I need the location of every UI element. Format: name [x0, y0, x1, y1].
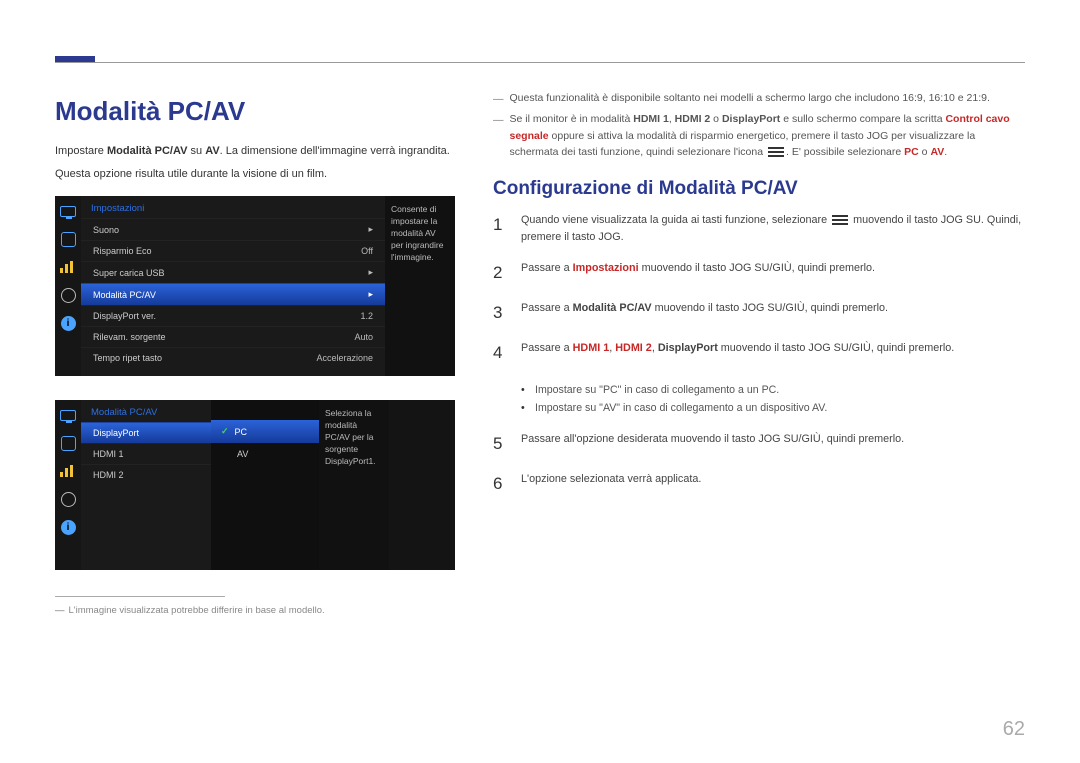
step-5: Passare all'opzione desiderata muovendo … — [493, 431, 1025, 457]
osd-sub-row-selected: ✓PC — [211, 420, 319, 443]
target-icon — [59, 434, 77, 452]
osd-row: HDMI 1 — [81, 443, 211, 464]
monitor-icon — [59, 406, 77, 424]
check-icon: ✓ — [221, 426, 229, 437]
gear-icon — [59, 286, 77, 304]
info-icon: i — [59, 518, 77, 536]
step-6: L'opzione selezionata verrà applicata. — [493, 471, 1025, 497]
osd-pcav-panel: i Modalità PC/AV DisplayPort HDMI 1 HDMI… — [55, 400, 455, 570]
osd-row-selected: DisplayPort — [81, 422, 211, 443]
osd-sidebar: i — [55, 196, 81, 376]
osd-description: Seleziona la modalità PC/AV per la sorge… — [319, 400, 389, 570]
step-4: Passare a HDMI 1, HDMI 2, DisplayPort mu… — [493, 340, 1025, 366]
osd-sub-pane: ✓PC AV — [211, 400, 319, 570]
section-title: Configurazione di Modalità PC/AV — [493, 178, 1025, 200]
footnote: ―L'immagine visualizzata potrebbe differ… — [55, 605, 455, 616]
osd-description: Consente di impostare la modalità AV per… — [385, 196, 455, 376]
target-icon — [59, 230, 77, 248]
info-icon: i — [59, 314, 77, 332]
bullet-pc: Impostare su "PC" in caso di collegament… — [521, 381, 1025, 399]
sub-bullets: Impostare su "PC" in caso di collegament… — [521, 381, 1025, 417]
menu-icon — [768, 147, 784, 157]
osd-header: Modalità PC/AV — [81, 400, 211, 422]
osd-row: Tempo ripet tastoAccelerazione — [81, 347, 385, 368]
osd-row: Super carica USB▸ — [81, 261, 385, 283]
step-3: Passare a Modalità PC/AV muovendo il tas… — [493, 300, 1025, 326]
bars-icon — [59, 462, 77, 480]
osd-row: Suono▸ — [81, 218, 385, 240]
note-1: ― Questa funzionalità è disponibile solt… — [493, 90, 1025, 107]
osd-sidebar: i — [55, 400, 81, 570]
osd-row: Rilevam. sorgenteAuto — [81, 326, 385, 347]
step-1: Quando viene visualizzata la guida ai ta… — [493, 212, 1025, 245]
intro-line-1: Impostare Modalità PC/AV su AV. La dimen… — [55, 143, 455, 160]
intro-line-2: Questa opzione risulta utile durante la … — [55, 166, 455, 183]
steps-list-cont: Passare all'opzione desiderata muovendo … — [493, 431, 1025, 498]
menu-icon — [832, 215, 848, 225]
page-title: Modalità PC/AV — [55, 96, 455, 127]
osd-row: Risparmio EcoOff — [81, 240, 385, 261]
bars-icon — [59, 258, 77, 276]
osd-header: Impostazioni — [81, 196, 385, 218]
gear-icon — [59, 490, 77, 508]
osd-sub-row: AV — [211, 443, 319, 465]
osd-settings-panel: i Impostazioni Suono▸ Risparmio EcoOff S… — [55, 196, 455, 376]
monitor-icon — [59, 202, 77, 220]
page-number: 62 — [1003, 718, 1025, 741]
osd-row: DisplayPort ver.1.2 — [81, 305, 385, 326]
steps-list: Quando viene visualizzata la guida ai ta… — [493, 212, 1025, 367]
osd-row-selected: Modalità PC/AV▸ — [81, 283, 385, 305]
osd-row: HDMI 2 — [81, 464, 211, 485]
note-2: ― Se il monitor è in modalità HDMI 1, HD… — [493, 111, 1025, 160]
step-2: Passare a Impostazioni muovendo il tasto… — [493, 260, 1025, 286]
bullet-av: Impostare su "AV" in caso di collegament… — [521, 399, 1025, 417]
